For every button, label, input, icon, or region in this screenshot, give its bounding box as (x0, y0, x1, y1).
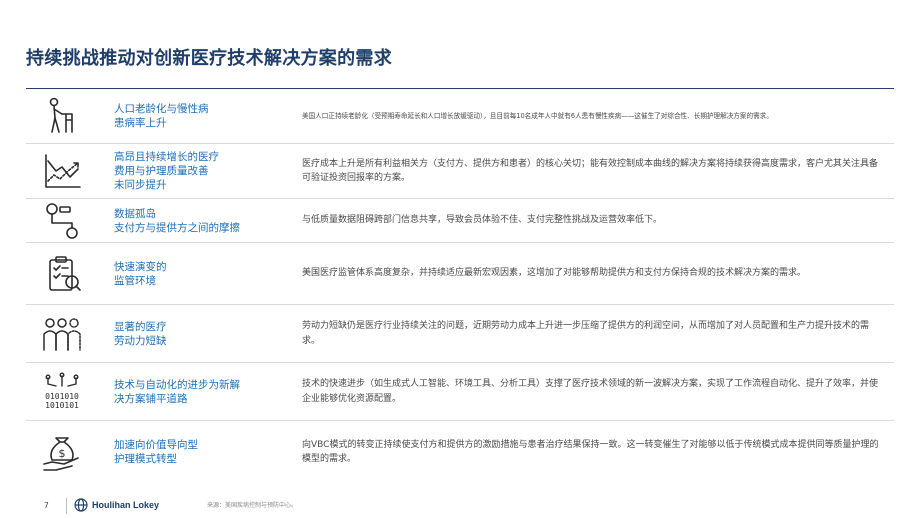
row-label: 高昂且持续增长的医疗 费用与护理质量改善 未同步提升 (114, 151, 219, 191)
company-logo: Houlihan Lokey (74, 498, 159, 512)
row-label: 显著的医疗 劳动力短缺 (114, 320, 167, 347)
table-row: 高昂且持续增长的医疗 费用与护理质量改善 未同步提升 医疗成本上升是所有利益相关… (26, 144, 894, 199)
row-label: 快速演变的 监管环境 (114, 260, 167, 287)
rising-cost-chart-icon (26, 151, 114, 191)
row-description: 技术的快速进步（如生成式人工智能、环境工具、分析工具）支撑了医疗技术领域的新一波… (302, 379, 879, 404)
row-description: 劳动力短缺仍是医疗行业持续关注的问题，近期劳动力成本上升进一步压缩了提供方的利润… (302, 321, 870, 346)
logo-globe-icon (74, 498, 88, 512)
regulatory-checklist-icon (26, 254, 114, 294)
elderly-walker-icon (26, 96, 114, 136)
workforce-people-icon (26, 314, 114, 354)
row-description: 美国医疗监管体系高度复杂，并持续适应最新宏观因素，这增加了对能够帮助提供方和支付… (302, 268, 807, 279)
footer: 7 Houlihan Lokey 来源：美国疾病控制与预防中心。 (0, 494, 920, 518)
table-row: 0101010 1010101 技术与自动化的进步为新解 决方案铺平道路 技术的… (26, 363, 894, 421)
source-note: 来源：美国疾病控制与预防中心。 (207, 502, 298, 509)
table-row: 快速演变的 监管环境 美国医疗监管体系高度复杂，并持续适应最新宏观因素，这增加了… (26, 243, 894, 305)
table-row: $ 加速向价值导向型 护理模式转型 向VBC模式的转变正持续使支付方和提供方的激… (26, 421, 894, 483)
row-label: 人口老龄化与慢性病 患病率上升 (114, 103, 209, 129)
table-row: 人口老龄化与慢性病 患病率上升 美国人口正持续老龄化（受预期寿命延长和人口增长放… (26, 89, 894, 144)
row-label: 技术与自动化的进步为新解 决方案铺平道路 (114, 378, 240, 405)
footer-divider (66, 498, 67, 514)
svg-text:$: $ (59, 447, 66, 460)
table-row: 数据孤岛 支付方与提供方之间的摩擦 与低质量数据阻碍跨部门信息共享，导致会员体验… (26, 199, 894, 243)
ai-automation-icon: 0101010 1010101 (26, 372, 114, 412)
row-description: 美国人口正持续老龄化（受预期寿命延长和人口增长放缓驱动），且目前每10名成年人中… (302, 112, 773, 120)
challenge-table: 人口老龄化与慢性病 患病率上升 美国人口正持续老龄化（受预期寿命延长和人口增长放… (26, 88, 894, 483)
data-silo-icon (26, 201, 114, 241)
svg-text:1010101: 1010101 (45, 401, 79, 410)
page-title: 持续挑战推动对创新医疗技术解决方案的需求 (26, 48, 392, 69)
row-description: 向VBC模式的转变正持续使支付方和提供方的激励措施与患者治疗结果保持一致。这一转… (302, 439, 879, 465)
row-description: 医疗成本上升是所有利益相关方（支付方、提供方和患者）的核心关切；能有效控制成本曲… (302, 158, 879, 184)
logo-text: Houlihan Lokey (92, 500, 160, 510)
value-based-care-icon: $ (26, 432, 114, 472)
svg-text:0101010: 0101010 (45, 392, 79, 401)
row-label: 加速向价值导向型 护理模式转型 (114, 439, 198, 465)
page-number: 7 (44, 501, 49, 510)
row-label: 数据孤岛 支付方与提供方之间的摩擦 (114, 207, 240, 234)
table-row: 显著的医疗 劳动力短缺 劳动力短缺仍是医疗行业持续关注的问题，近期劳动力成本上升… (26, 305, 894, 363)
row-description: 与低质量数据阻碍跨部门信息共享，导致会员体验不佳、支付完整性挑战及运营效率低下。 (302, 215, 663, 226)
